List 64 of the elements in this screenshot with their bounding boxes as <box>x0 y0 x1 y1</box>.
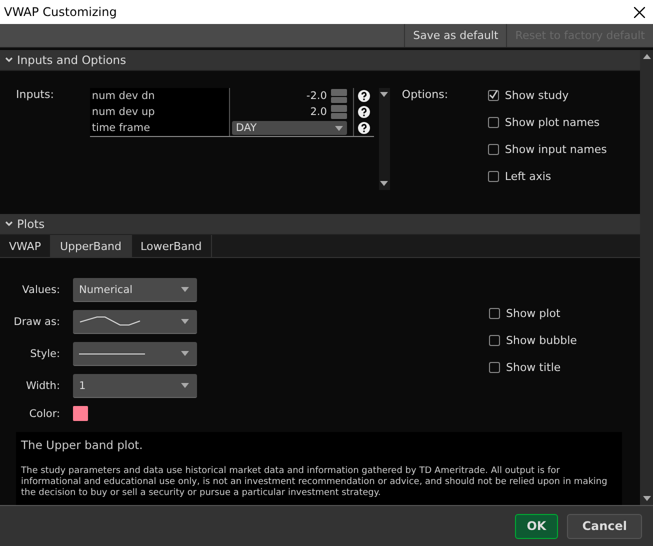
ok-button[interactable]: OK <box>514 514 558 538</box>
field-label: Color: <box>28 408 60 420</box>
checkbox-label: Show plot names <box>504 116 600 128</box>
caret-icon <box>181 351 189 356</box>
style-dropdown[interactable] <box>73 342 197 366</box>
description-text: The Upper band plot. <box>21 438 144 452</box>
color-swatch[interactable] <box>73 406 88 421</box>
close-icon[interactable] <box>634 6 645 18</box>
checkbox[interactable] <box>488 116 499 128</box>
checkbox[interactable] <box>489 362 500 372</box>
checkbox[interactable] <box>489 334 500 346</box>
number-value[interactable]: 2.0 <box>310 106 327 118</box>
window-title: VWAP Customizing <box>4 5 117 19</box>
caret-icon <box>181 287 189 292</box>
help-icon[interactable] <box>358 122 370 134</box>
field-label: Values: <box>21 284 60 296</box>
help-icon[interactable] <box>358 90 370 102</box>
caret-icon <box>181 383 189 388</box>
decrement-button[interactable] <box>330 112 347 119</box>
disclaimer-text: The study parameters and data use historical market data and information gathered by TD Ameritrade. All output is for informational and educational use only, is not an investment recommendation or advice, and should not be relied upon in making the decision to buy or sell a security or pursue a particular investment strategy. <box>21 466 608 499</box>
scrollbar[interactable] <box>378 88 390 190</box>
solid-line-icon <box>79 352 145 354</box>
checkbox[interactable] <box>488 144 499 154</box>
dropdown[interactable]: DAY <box>232 121 347 135</box>
section-header[interactable]: Inputs and Options <box>0 50 640 71</box>
checkbox-label: Show input names <box>504 142 607 156</box>
inputs-label: Inputs: <box>16 88 54 103</box>
chevron-icon[interactable] <box>5 56 13 64</box>
checkbox-label: Show title <box>506 360 561 374</box>
checkbox-label: Left axis <box>504 170 552 182</box>
decrement-button[interactable] <box>330 96 347 103</box>
cancel-button[interactable]: Cancel <box>567 514 642 538</box>
checkbox[interactable] <box>489 308 500 318</box>
field-label: Draw as: <box>12 316 60 328</box>
scroll-up-icon[interactable] <box>642 54 650 59</box>
dropdown[interactable]: 1 <box>73 374 197 398</box>
draw-as-dropdown[interactable] <box>73 310 197 334</box>
checkbox-label: Show bubble <box>506 334 577 346</box>
checkbox-label: Show study <box>504 88 569 102</box>
number-value[interactable]: -2.0 <box>306 90 327 102</box>
increment-button[interactable] <box>330 105 347 112</box>
options-label: Options: <box>402 88 450 103</box>
section-header[interactable]: Plots <box>0 214 640 235</box>
input-name: num dev up <box>90 104 230 120</box>
help-icon[interactable] <box>358 106 370 118</box>
checkbox[interactable] <box>488 90 499 100</box>
scrollbar[interactable] <box>640 50 653 505</box>
caret-icon <box>181 319 189 324</box>
toolbar-button[interactable]: Save as default <box>404 24 506 47</box>
input-name: time frame <box>90 120 230 136</box>
curve-icon <box>79 316 141 328</box>
caret-icon <box>380 181 388 186</box>
field-label: Width: <box>24 380 60 392</box>
input-name: num dev dn <box>90 88 230 104</box>
dropdown[interactable]: Numerical <box>73 278 197 302</box>
field-label: Style: <box>29 348 60 360</box>
caret-icon <box>380 92 388 97</box>
checkbox[interactable] <box>488 170 499 182</box>
plot-tab[interactable]: UpperBand <box>50 235 132 257</box>
chevron-icon[interactable] <box>5 220 13 228</box>
scroll-down-icon[interactable] <box>642 496 650 501</box>
increment-button[interactable] <box>330 89 347 96</box>
checkbox-label: Show plot <box>506 306 560 320</box>
caret-icon <box>334 126 343 130</box>
